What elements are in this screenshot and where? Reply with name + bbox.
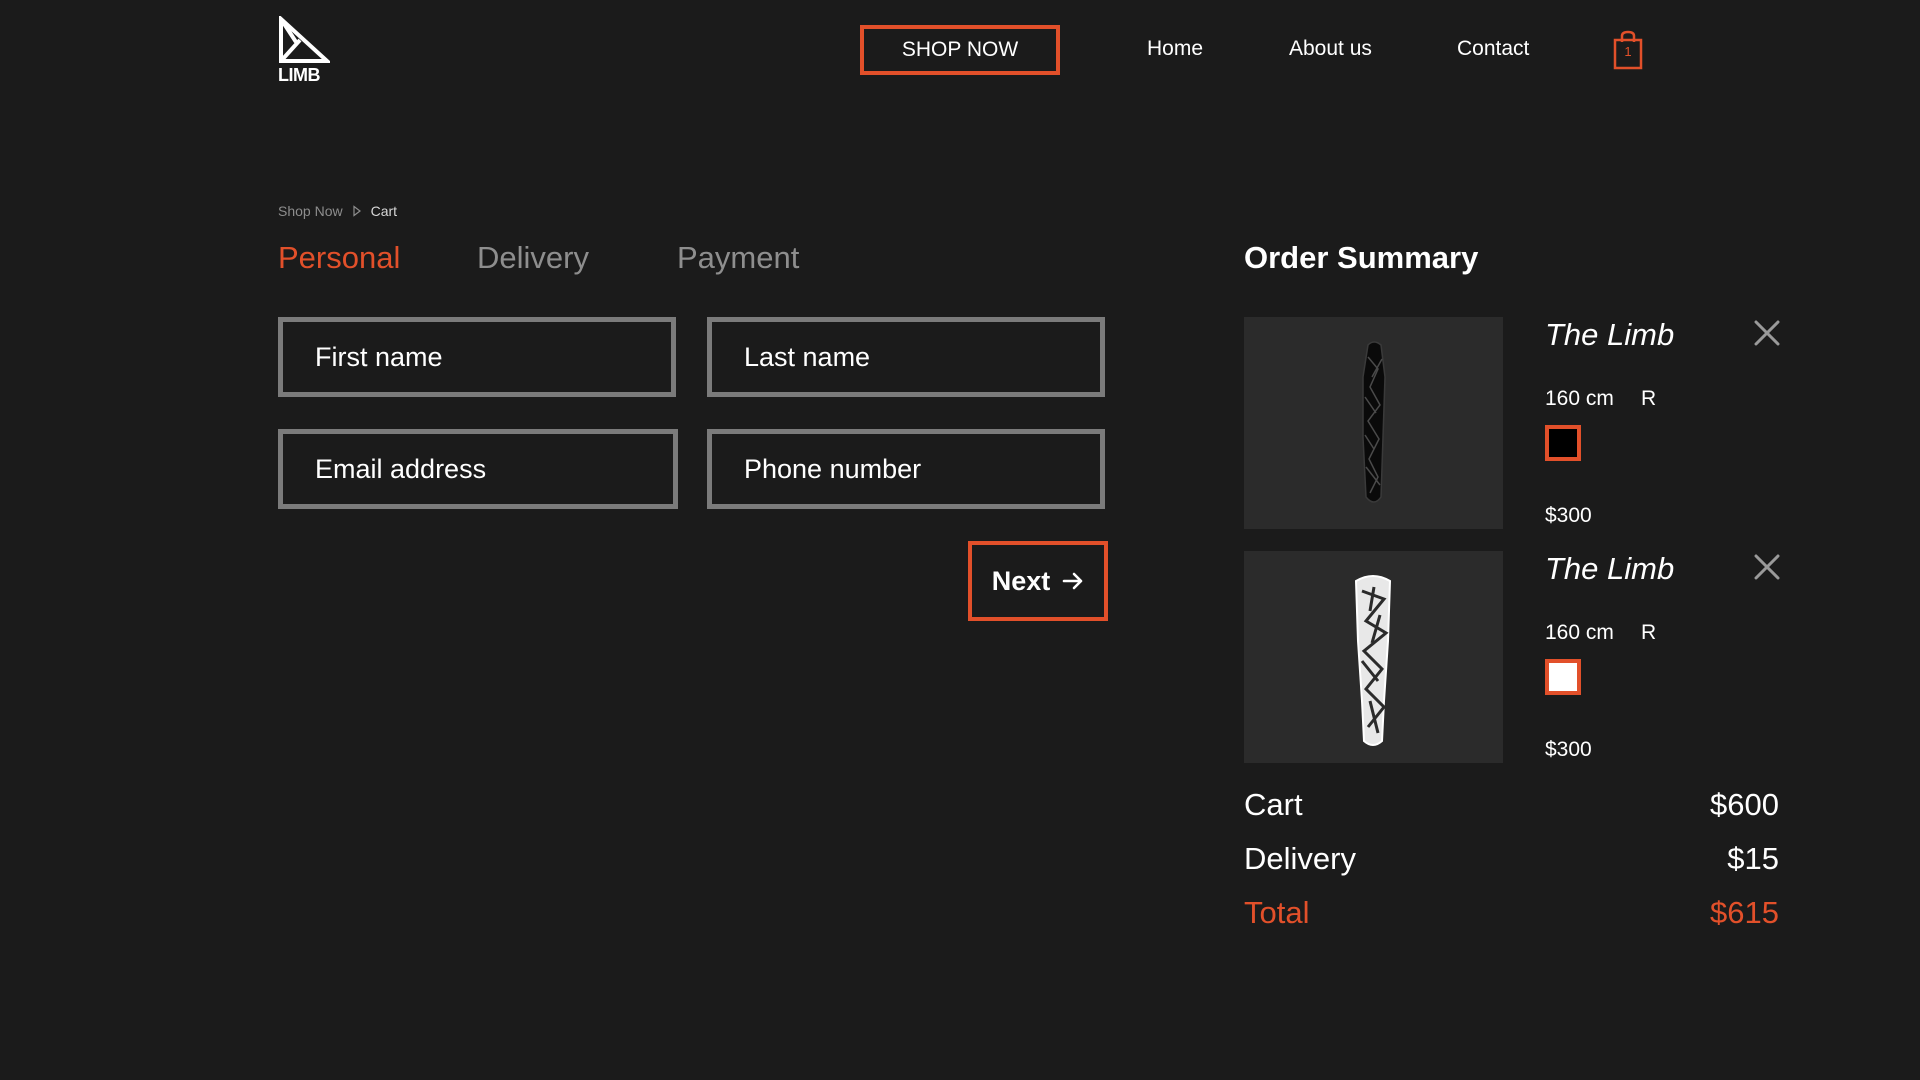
breadcrumb-shop-now[interactable]: Shop Now xyxy=(278,203,343,219)
product-image-black xyxy=(1244,317,1503,529)
close-icon xyxy=(1754,320,1780,346)
limb-cover-black-image xyxy=(1362,341,1386,503)
chevron-right-icon xyxy=(352,205,361,217)
total-label: Total xyxy=(1244,895,1310,930)
item-price: $300 xyxy=(1545,738,1592,761)
email-input[interactable] xyxy=(283,434,673,504)
nav-home-link[interactable]: Home xyxy=(1147,37,1203,61)
breadcrumb-cart: Cart xyxy=(370,203,398,219)
close-icon xyxy=(1754,554,1780,580)
logo-mark-icon xyxy=(279,16,330,63)
logo-text: LIMB xyxy=(278,65,321,85)
nav-about-link[interactable]: About us xyxy=(1289,37,1372,61)
delivery-cost-label: Delivery xyxy=(1244,841,1356,876)
remove-item-button[interactable] xyxy=(1752,318,1782,348)
item-price: $300 xyxy=(1545,504,1592,527)
last-name-field-box xyxy=(707,317,1105,397)
next-button[interactable]: Next xyxy=(968,541,1108,621)
tab-personal[interactable]: Personal xyxy=(278,240,400,276)
first-name-field-box xyxy=(278,317,676,397)
color-swatch-black[interactable] xyxy=(1545,425,1581,461)
remove-item-button[interactable] xyxy=(1752,552,1782,582)
arrow-right-icon xyxy=(1062,572,1083,590)
phone-field-box xyxy=(707,429,1105,509)
first-name-input[interactable] xyxy=(283,322,671,392)
breadcrumb: Shop Now Cart xyxy=(278,203,397,219)
item-size: 160 cm xyxy=(1545,621,1614,644)
tab-payment[interactable]: Payment xyxy=(677,240,799,276)
delivery-cost-value: $15 xyxy=(1727,841,1779,876)
product-image-white xyxy=(1244,551,1503,763)
logo[interactable]: LIMB xyxy=(278,16,330,86)
item-name: The Limb xyxy=(1545,317,1675,352)
last-name-input[interactable] xyxy=(712,322,1100,392)
next-button-label: Next xyxy=(991,565,1051,596)
item-size: 160 cm xyxy=(1545,387,1614,410)
cart-button[interactable]: 1 xyxy=(1612,30,1644,70)
total-value: $615 xyxy=(1710,895,1779,930)
cart-count-badge: 1 xyxy=(1624,44,1632,59)
cart-subtotal-value: $600 xyxy=(1710,787,1779,822)
phone-input[interactable] xyxy=(712,434,1100,504)
color-swatch-white[interactable] xyxy=(1545,659,1581,695)
cart-subtotal-label: Cart xyxy=(1244,787,1303,822)
nav-contact-link[interactable]: Contact xyxy=(1457,37,1529,61)
order-summary-title: Order Summary xyxy=(1244,240,1479,275)
tab-delivery[interactable]: Delivery xyxy=(477,240,589,276)
limb-cover-white-image xyxy=(1354,575,1392,746)
item-name: The Limb xyxy=(1545,551,1675,586)
email-field-box xyxy=(278,429,678,509)
checkout-page: LIMB SHOP NOW Home About us Contact 1 Sh… xyxy=(0,0,1920,1080)
item-side: R xyxy=(1641,387,1657,410)
shop-now-button[interactable]: SHOP NOW xyxy=(860,25,1060,75)
item-side: R xyxy=(1641,621,1657,644)
